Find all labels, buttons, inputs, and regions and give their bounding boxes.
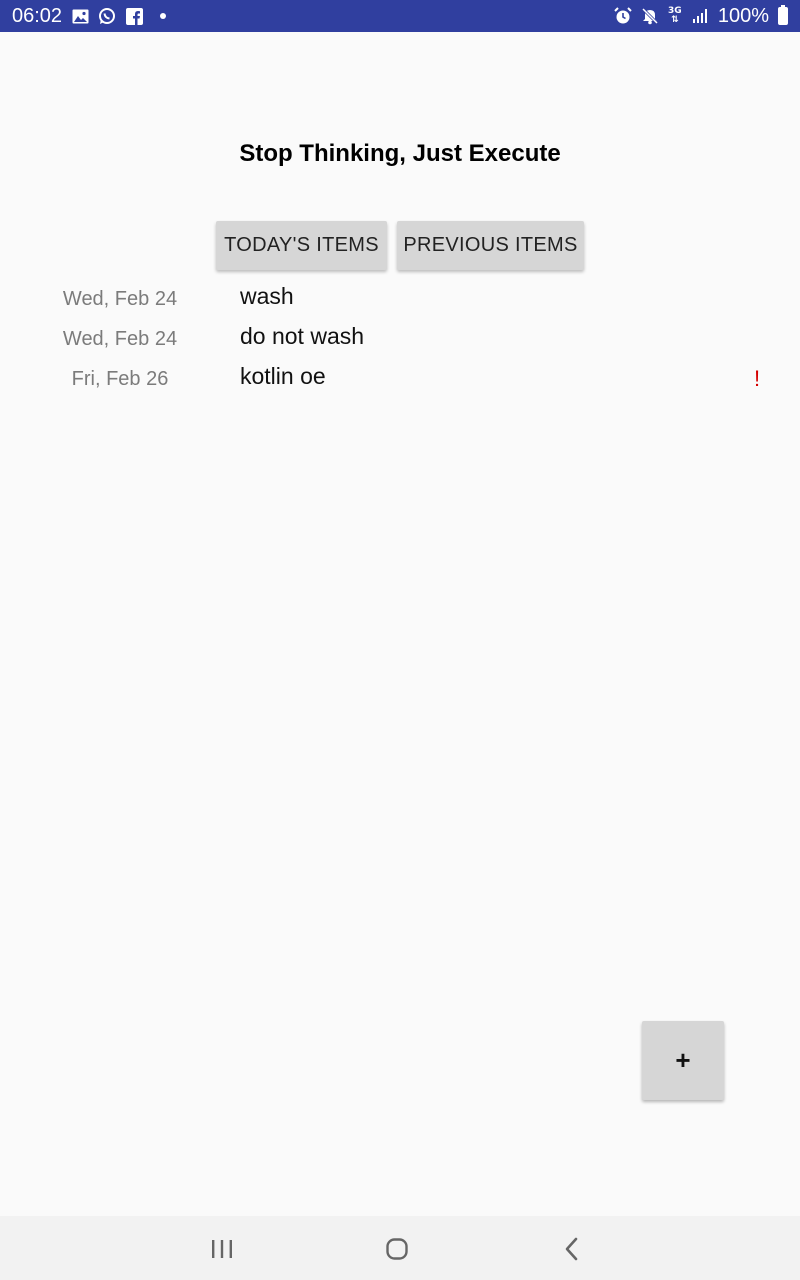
status-bar: 06:02 3G ⇅ 100%: [0, 0, 800, 32]
network-label: 3G: [668, 6, 682, 16]
signal-icon: [691, 7, 709, 25]
list-item[interactable]: Wed, Feb 24 wash: [0, 280, 800, 320]
item-text: do not wash: [240, 323, 365, 349]
item-date: Fri, Feb 26: [71, 368, 169, 390]
item-date: Wed, Feb 24: [62, 288, 178, 310]
status-time: 06:02: [12, 4, 63, 27]
gallery-icon: [71, 7, 89, 25]
battery-icon: [778, 5, 788, 25]
items-list: Wed, Feb 24 wash Wed, Feb 24 do not wash…: [0, 280, 800, 400]
notification-dot-icon: [160, 13, 167, 19]
whatsapp-icon: [98, 7, 116, 25]
item-text: wash: [240, 283, 294, 309]
item-priority-flag: !: [754, 366, 761, 391]
status-bar-left: 06:02: [12, 4, 167, 28]
add-item-button[interactable]: +: [642, 1021, 724, 1100]
back-icon[interactable]: [552, 1232, 592, 1266]
todays-items-button[interactable]: TODAY'S ITEMS: [216, 221, 387, 270]
recents-icon[interactable]: [202, 1232, 242, 1266]
item-date: Wed, Feb 24: [62, 328, 178, 350]
battery-percent: 100%: [717, 4, 769, 27]
item-text: kotlin oe: [240, 363, 326, 389]
home-icon[interactable]: [377, 1232, 417, 1266]
facebook-icon: [125, 7, 143, 25]
mute-icon: [641, 7, 659, 25]
list-item[interactable]: Wed, Feb 24 do not wash: [0, 320, 800, 360]
alarm-icon: [614, 7, 632, 25]
network-3g-icon: 3G ⇅: [668, 6, 682, 25]
previous-items-button[interactable]: PREVIOUS ITEMS: [397, 221, 584, 270]
list-item[interactable]: Fri, Feb 26 kotlin oe !: [0, 360, 800, 400]
status-bar-right: 3G ⇅ 100%: [614, 5, 788, 28]
navigation-bar: [0, 1216, 800, 1280]
page-title: Stop Thinking, Just Execute: [239, 140, 561, 167]
